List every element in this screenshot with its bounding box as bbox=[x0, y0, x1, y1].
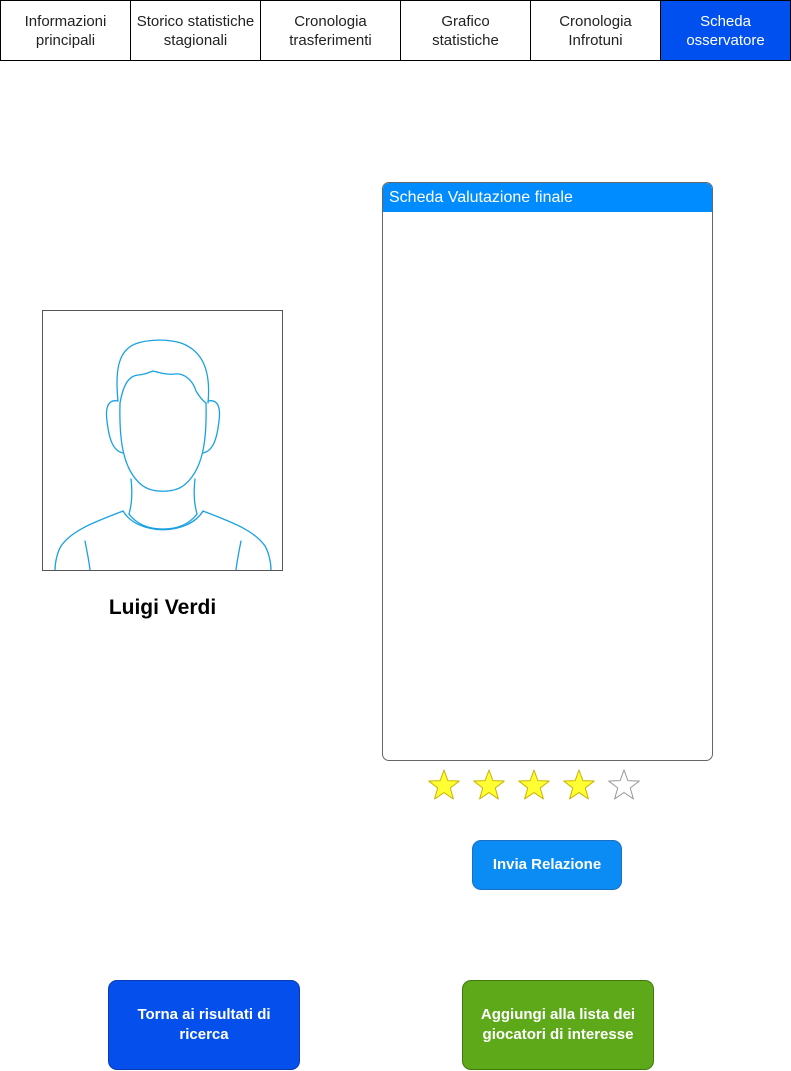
evaluation-text-area[interactable] bbox=[383, 212, 712, 760]
tab-storico-statistiche[interactable]: Storico statistiche stagionali bbox=[130, 0, 261, 61]
tab-label: Scheda osservatore bbox=[686, 12, 765, 49]
tab-cronologia-trasferimenti[interactable]: Cronologia trasferimenti bbox=[260, 0, 401, 61]
star-icon-3[interactable] bbox=[516, 767, 552, 803]
star-icon-1[interactable] bbox=[426, 767, 462, 803]
star-icon-5[interactable] bbox=[606, 767, 642, 803]
evaluation-panel-title: Scheda Valutazione finale bbox=[383, 183, 712, 212]
back-to-results-button[interactable]: Torna ai risultati di ricerca bbox=[108, 980, 300, 1070]
star-icon-4[interactable] bbox=[561, 767, 597, 803]
send-report-label: Invia Relazione bbox=[492, 856, 602, 873]
tab-label: Cronologia Infrotuni bbox=[559, 12, 632, 49]
user-silhouette-icon bbox=[54, 339, 272, 570]
star-icon-2[interactable] bbox=[471, 767, 507, 803]
tab-bar: Informazioni principali Storico statisti… bbox=[0, 0, 791, 61]
tab-scheda-osservatore[interactable]: Scheda osservatore bbox=[660, 0, 791, 61]
tab-label: Grafico statistiche bbox=[432, 12, 499, 49]
player-name: Luigi Verdi bbox=[108, 596, 217, 619]
add-to-watchlist-label: Aggiungi alla lista dei giocatori di int… bbox=[480, 1006, 636, 1043]
player-photo bbox=[42, 310, 283, 571]
tab-label: Cronologia trasferimenti bbox=[289, 12, 372, 49]
tab-label: Informazioni principali bbox=[24, 12, 107, 49]
tab-grafico-statistiche[interactable]: Grafico statistiche bbox=[400, 0, 531, 61]
back-to-results-label: Torna ai risultati di ricerca bbox=[137, 1006, 271, 1043]
tab-cronologia-infortuni[interactable]: Cronologia Infrotuni bbox=[530, 0, 661, 61]
send-report-button[interactable]: Invia Relazione bbox=[472, 840, 622, 890]
tab-informazioni-principali[interactable]: Informazioni principali bbox=[0, 0, 131, 61]
tab-label: Storico statistiche stagionali bbox=[136, 12, 255, 49]
add-to-watchlist-button[interactable]: Aggiungi alla lista dei giocatori di int… bbox=[462, 980, 654, 1070]
evaluation-panel: Scheda Valutazione finale bbox=[382, 182, 713, 761]
